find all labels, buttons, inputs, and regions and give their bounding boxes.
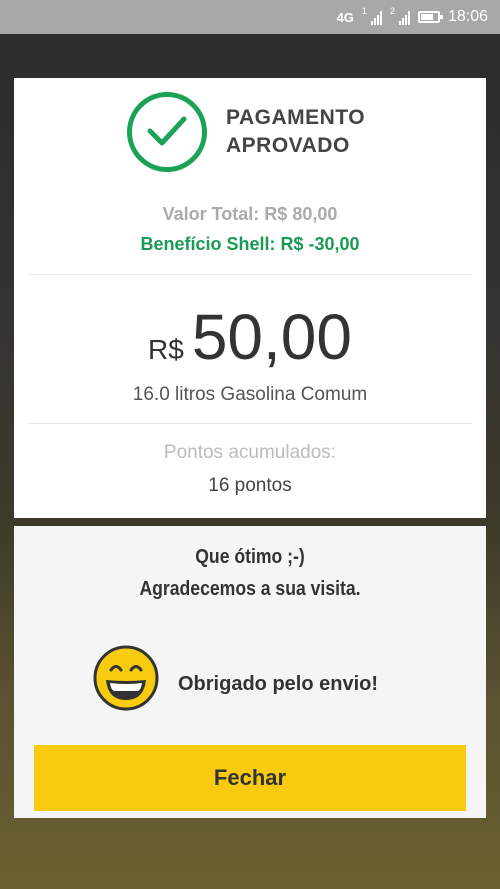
- battery-icon: [417, 11, 443, 23]
- close-button[interactable]: Fechar: [34, 745, 466, 811]
- fuel-description: 16.0 litros Gasolina Comum: [132, 384, 368, 405]
- amount-value: 50,00: [191, 301, 352, 373]
- grinning-face-icon: [93, 645, 159, 711]
- currency-symbol: R$: [148, 334, 184, 365]
- status-line-1: PAGAMENTO: [226, 106, 366, 129]
- status-line-2: APROVADO: [226, 134, 350, 157]
- shell-benefit: Benefício Shell: R$ -30,00: [140, 234, 360, 254]
- signal-icon: [370, 9, 382, 25]
- sim2-label: 2: [389, 6, 395, 16]
- network-type: 4G: [336, 9, 354, 25]
- feedback-panel: Que ótimo ;-) Agradecemos a sua visita. …: [14, 526, 486, 818]
- approval-header: PAGAMENTO APROVADO: [14, 92, 486, 192]
- signal-icon: [398, 9, 410, 25]
- payment-receipt-card: PAGAMENTO APROVADO Valor Total: R$ 80,00…: [14, 78, 486, 518]
- points-label: Pontos acumulados:: [163, 442, 337, 463]
- payment-status: PAGAMENTO APROVADO: [226, 104, 386, 160]
- points-value: 16 pontos: [208, 475, 292, 496]
- sent-confirmation: Obrigado pelo envio!: [178, 673, 379, 695]
- paid-amount: R$ 50,00: [14, 300, 486, 374]
- clock: 18:06: [447, 8, 488, 25]
- check-circle-icon: [127, 92, 207, 172]
- sim1-label: 1: [361, 6, 367, 16]
- status-bar: 4G 1 2 18:06: [0, 0, 500, 34]
- total-value: Valor Total: R$ 80,00: [162, 204, 338, 224]
- thanks-line-2: Agradecemos a sua visita.: [139, 578, 361, 600]
- divider: [28, 274, 472, 275]
- thanks-line-1: Que ótimo ;-): [195, 546, 305, 568]
- divider: [28, 423, 472, 424]
